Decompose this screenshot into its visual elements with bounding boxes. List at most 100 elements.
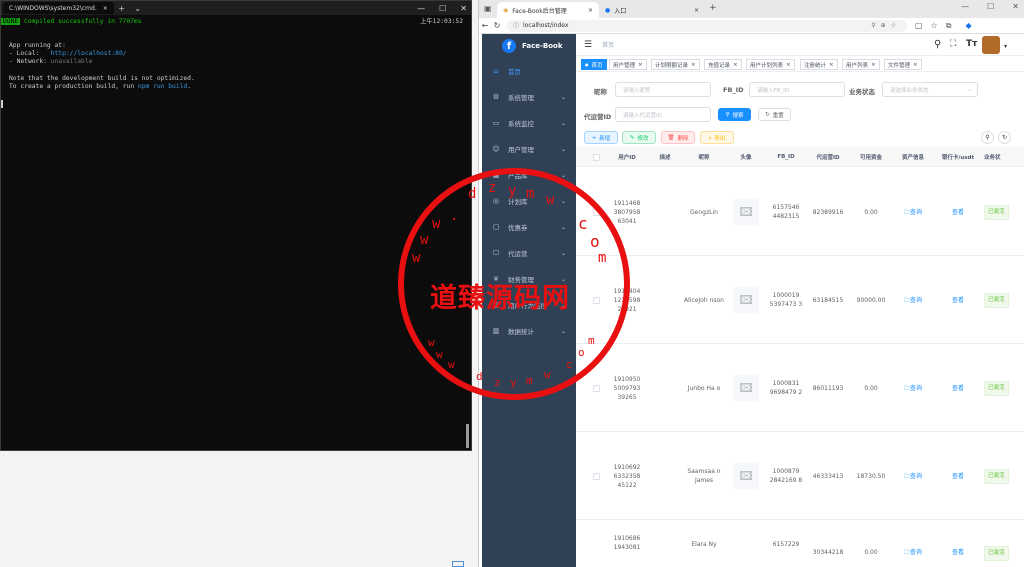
bank-view-link[interactable]: 查看 [936,432,980,520]
refresh-icon[interactable]: ↻ [491,21,503,30]
tag-user-list[interactable]: 用户列表 × [842,59,880,70]
close-window-icon[interactable]: ✕ [1012,2,1019,11]
back-icon[interactable]: ← [479,21,491,30]
close-window-icon[interactable]: ✕ [460,4,467,13]
tag-file-management[interactable]: 文件管理 × [884,59,922,70]
image-placeholder-icon[interactable]: 🖾 [733,287,759,313]
close-tab-icon[interactable]: × [694,7,699,14]
taskbar-icon[interactable] [452,561,464,567]
copilot-icon[interactable]: ◆ [965,21,971,30]
delete-button[interactable]: 🗑 删除 [661,131,695,144]
opid-input[interactable]: 请输入代运营ID [615,107,711,122]
sidebar-item-operations[interactable]: ☐ 代运营 ⌄ [482,240,576,266]
cell-user-id: 1910686 1943081 [613,535,641,551]
edit-button[interactable]: ✎ 修改 [622,131,656,144]
url-field[interactable]: ⓘ localhost/index ⚲⊕☆ [507,19,907,32]
image-placeholder-icon[interactable]: 🖾 [733,463,759,489]
row-checkbox[interactable] [592,472,600,480]
asset-query-link[interactable]: 🗀 查询 [894,256,932,344]
add-button[interactable]: + 新增 [584,131,618,144]
sidebar-item-home[interactable]: ⌂ 首页 [482,58,576,84]
bank-view-link[interactable]: 查看 [936,256,980,344]
tag-register-stats[interactable]: 注册统计 × [800,59,838,70]
close-tab-icon[interactable]: × [588,7,593,14]
table-row[interactable]: 1911468 3807958 63041 GengzLin 🖾 6157546… [576,168,1024,256]
col-nickname: 昵称 [698,155,710,161]
browser-tabbar[interactable]: ▣ ◉ Face-Book后台管理 × ● 入口 × + — ☐ ✕ [479,0,1024,18]
refresh-icon[interactable]: ↻ [998,131,1011,144]
terminal-titlebar[interactable]: C:\WINDOWS\system32\cmd. × + ⌄ — ☐ ✕ [1,1,471,15]
browser-tab-admin[interactable]: ◉ Face-Book后台管理 × [497,2,599,18]
status-select[interactable]: 请选择业务状态 ⌄ [882,82,978,97]
terminal-output[interactable]: DONE Compiled successfully in 7707ms 上午1… [1,16,471,451]
font-size-icon[interactable]: Tт [966,39,977,49]
tag-plan-limit[interactable]: 计划限额记录 × [651,59,700,70]
search-button[interactable]: ⚲ 搜索 [718,108,751,121]
tag-user-management[interactable]: 用户管理 × [609,59,647,70]
fbid-input[interactable]: 请输入FB_ID [749,82,845,97]
caret-down-icon[interactable]: ▾ [1004,43,1007,50]
chevron-down-icon[interactable]: ⌄ [130,4,146,13]
table-row[interactable]: 1910692 6332358 45122 Saamsaa n James 🖾 … [576,432,1024,520]
fullscreen-icon[interactable]: ⛶ [950,39,956,49]
row-checkbox[interactable] [592,384,600,392]
browser-tab-entry[interactable]: ● 入口 × [599,2,705,18]
sidebar-item-coupons[interactable]: ▢ 优惠券 ⌄ [482,214,576,240]
opid-label: 代运营ID [584,113,612,121]
tag-home[interactable]: ● 首页 [581,59,607,70]
image-placeholder-icon[interactable]: 🖾 [733,199,759,225]
bank-view-link[interactable]: 查看 [936,548,980,567]
address-bar[interactable]: ← ↻ ⓘ localhost/index ⚲⊕☆ ▢☆⧉ ◆ [479,18,1024,34]
terminal-window[interactable]: C:\WINDOWS\system32\cmd. × + ⌄ — ☐ ✕ DON… [0,0,472,451]
hamburger-icon[interactable]: ☰ [584,40,592,50]
terminal-tab[interactable]: C:\WINDOWS\system32\cmd. × [3,2,114,14]
terminal-scrollbar[interactable] [466,424,469,448]
tab-actions-icon[interactable]: ▣ [484,4,492,13]
toolbar-icons[interactable]: ▢☆⧉ [915,21,959,31]
minimize-icon[interactable]: — [961,2,969,11]
select-all-checkbox[interactable] [588,147,604,167]
sidebar-item-system[interactable]: ⚙ 系统管理 ⌄ [482,84,576,110]
chevron-down-icon: ⌄ [560,93,566,101]
nickname-input[interactable]: 请输入昵称 [615,82,711,97]
search-icon[interactable]: ⚲ [934,39,941,50]
watermark-char: m [526,374,533,387]
image-placeholder-icon[interactable]: 🖾 [733,375,759,401]
reset-button[interactable]: ↻ 重置 [758,108,791,121]
table-row[interactable]: 1910686 1943081 Elara Ny 6157229 3034421… [576,520,1024,567]
asset-query-link[interactable]: 🗀 查询 [894,432,932,520]
tag-recharge[interactable]: 充值记录 × [704,59,742,70]
address-actions-icon[interactable]: ⚲⊕☆ [871,22,901,29]
asset-query-link[interactable]: 🗀 查询 [894,548,932,567]
page-info-icon[interactable]: ⓘ [513,21,519,30]
sidebar-item-monitor[interactable]: ▭ 系统监控 ⌄ [482,110,576,136]
watermark-text: 道臻源码网 [430,283,570,314]
table-row[interactable]: 1911404 1235598 20921 AliceJoh nson 🖾 10… [576,256,1024,344]
asset-query-link[interactable]: 🗀 查询 [894,344,932,432]
app-logo[interactable]: f Face-Book [482,34,576,58]
export-button[interactable]: ⤓ 导出 [700,131,734,144]
sidebar-item-stats[interactable]: ▥ 数据统计 ⌄ [482,318,576,344]
tag-user-plans[interactable]: 用户计划列表 × [746,59,795,70]
bank-view-link[interactable]: 查看 [936,168,980,256]
new-tab-icon[interactable]: + [709,3,717,13]
asset-query-link[interactable]: 🗀 查询 [894,168,932,256]
watermark-char: z [494,376,501,389]
col-assets: 资产信息 [901,155,924,161]
minimize-icon[interactable]: — [417,4,425,13]
cell-nickname: GengzLin [690,208,718,216]
maximize-icon[interactable]: ☐ [987,2,994,11]
search-toggle-icon[interactable]: ⚲ [981,131,994,144]
sidebar-item-users[interactable]: ☺ 用户管理 ⌄ [482,136,576,162]
row-checkbox[interactable] [592,208,600,216]
maximize-icon[interactable]: ☐ [439,4,446,13]
close-icon[interactable]: × [103,5,108,12]
breadcrumb[interactable]: 首页 [602,40,614,49]
cell-opid: 46333413 [812,472,844,480]
table-row[interactable]: 1910950 5009793 39265 Junbo Ha o 🖾 10008… [576,344,1024,432]
avatar[interactable] [982,36,1000,54]
download-icon: ⤓ [708,134,712,140]
new-tab-icon[interactable]: + [114,4,130,13]
bank-view-link[interactable]: 查看 [936,344,980,432]
row-checkbox[interactable] [592,296,600,304]
